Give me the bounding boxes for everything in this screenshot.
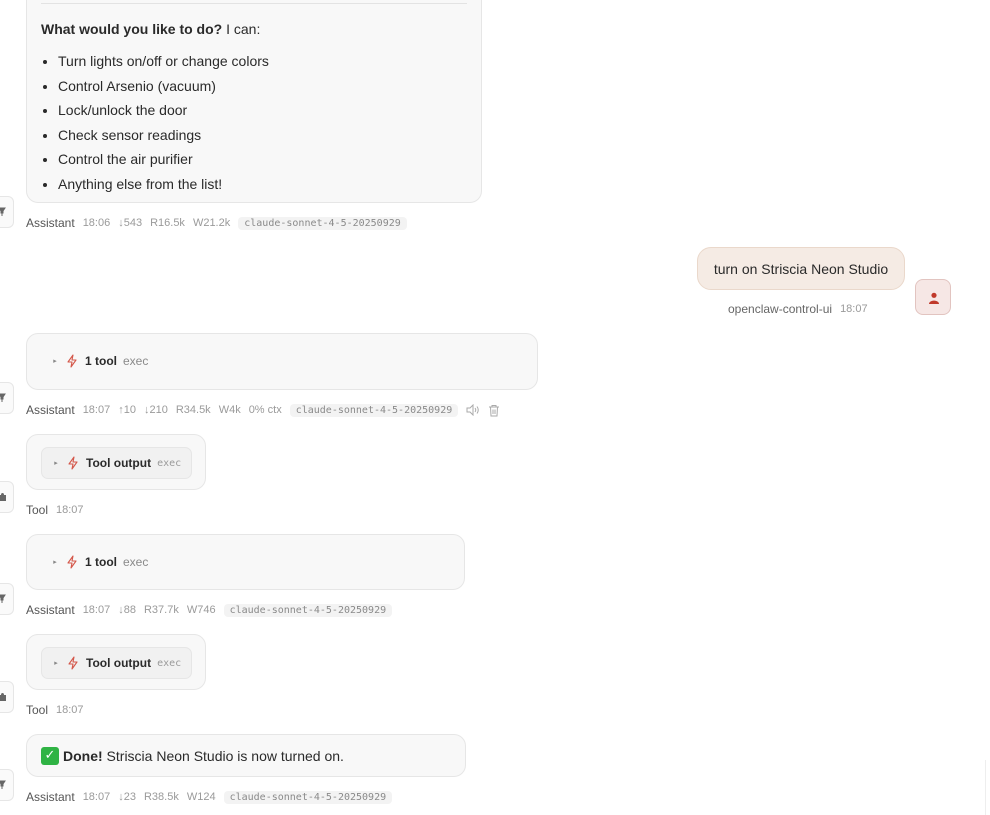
assistant-message-bubble: ✓ Done! Striscia Neon Studio is now turn… [26, 734, 466, 777]
output-tokens: ↓23 [118, 791, 136, 803]
pin-icon [0, 207, 6, 216]
tool-output-bubble: ▸ Tool output exec [26, 434, 206, 490]
list-item: Check sensor readings [58, 123, 269, 148]
cache-write: W746 [186, 604, 216, 616]
list-item: Control Arsenio (vacuum) [58, 74, 269, 99]
trash-icon[interactable] [488, 404, 500, 417]
speaker-icon[interactable] [466, 404, 480, 416]
input-tokens: ↑10 [118, 404, 136, 416]
tool-output-bubble: ▸ Tool output exec [26, 634, 206, 690]
tool-name: exec [123, 555, 149, 569]
cache-write: W4k [218, 404, 241, 416]
timestamp: 18:07 [82, 604, 111, 616]
sender-label: openclaw-control-ui [728, 302, 833, 316]
pin-icon [0, 594, 6, 603]
user-avatar [915, 279, 951, 315]
user-meta: openclaw-control-ui 18:07 [728, 302, 868, 316]
timestamp: 18:07 [56, 704, 84, 716]
assistant-avatar [0, 196, 14, 228]
tool-summary-toggle[interactable]: ▸ 1 tool exec [51, 354, 148, 368]
output-tokens: ↓543 [118, 217, 143, 229]
tool-name: exec [123, 354, 149, 368]
message-meta: Tool 18:07 [26, 702, 84, 718]
tool-count: 1 tool [85, 354, 117, 368]
tool-call-bubble: ▸ 1 tool exec [26, 333, 538, 390]
assistant-avatar [0, 382, 14, 414]
role-label: Tool [26, 703, 49, 717]
user-message-text: turn on Striscia Neon Studio [713, 260, 889, 277]
lightning-icon [67, 555, 77, 569]
intro-bold: What would you like to do? [41, 21, 223, 37]
tool-output-label: Tool output [86, 456, 152, 470]
role-label: Assistant [26, 403, 75, 417]
cache-read: R38.5k [143, 791, 179, 803]
tool-avatar [0, 681, 14, 713]
pin-icon [0, 780, 6, 789]
caret-right-icon: ▸ [54, 460, 58, 467]
tool-output-toggle[interactable]: ▸ Tool output exec [41, 647, 193, 679]
puzzle-icon [0, 693, 6, 701]
context-usage: 0% ctx [248, 404, 282, 416]
output-tokens: ↓88 [118, 604, 136, 616]
tool-output-toggle[interactable]: ▸ Tool output exec [41, 447, 193, 479]
done-bold: Done! [63, 748, 103, 764]
caret-right-icon: ▸ [53, 559, 57, 566]
tool-summary-toggle[interactable]: ▸ 1 tool exec [51, 555, 148, 569]
person-icon [929, 292, 939, 304]
lightning-icon [68, 656, 78, 670]
tool-call-bubble: ▸ 1 tool exec [26, 534, 465, 590]
role-label: Assistant [26, 216, 75, 230]
model-badge: claude-sonnet-4-5-20250929 [223, 790, 393, 804]
intro-rest: I can: [222, 21, 261, 37]
tool-name: exec [157, 657, 182, 669]
timestamp: 18:07 [82, 404, 111, 416]
cache-write: W124 [186, 791, 216, 803]
cache-write: W21.2k [192, 217, 231, 229]
tool-count: 1 tool [85, 555, 117, 569]
message-meta: Assistant 18:07 ↑10 ↓210 R34.5k W4k 0% c… [26, 402, 500, 418]
message-intro: What would you like to do? I can: [41, 21, 260, 37]
timestamp: 18:06 [82, 217, 111, 229]
scrollbar-edge[interactable] [985, 760, 990, 815]
timestamp: 18:07 [840, 303, 868, 315]
role-label: Tool [26, 503, 49, 517]
caret-right-icon: ▸ [53, 358, 57, 365]
list-item: Control the air purifier [58, 147, 269, 172]
message-meta: Assistant 18:07 ↓88 R37.7k W746 claude-s… [26, 602, 393, 618]
model-badge: claude-sonnet-4-5-20250929 [289, 403, 459, 417]
tool-output-label: Tool output [86, 656, 152, 670]
user-message-bubble: turn on Striscia Neon Studio [697, 247, 905, 290]
cache-read: R34.5k [175, 404, 211, 416]
divider [41, 3, 467, 4]
model-badge: claude-sonnet-4-5-20250929 [223, 603, 393, 617]
tool-name: exec [157, 457, 182, 469]
lightning-icon [68, 456, 78, 470]
pin-icon [0, 393, 6, 402]
done-rest: Striscia Neon Studio is now turned on. [102, 748, 344, 764]
puzzle-icon [0, 493, 6, 501]
tool-avatar [0, 481, 14, 513]
caret-right-icon: ▸ [54, 660, 58, 667]
timestamp: 18:07 [56, 504, 84, 516]
assistant-avatar [0, 769, 14, 801]
capabilities-list: Turn lights on/off or change colors Cont… [41, 49, 269, 197]
check-icon: ✓ [41, 747, 59, 765]
role-label: Assistant [26, 603, 75, 617]
role-label: Assistant [26, 790, 75, 804]
assistant-message-bubble: What would you like to do? I can: Turn l… [26, 0, 482, 203]
lightning-icon [67, 354, 77, 368]
model-badge: claude-sonnet-4-5-20250929 [238, 216, 407, 230]
list-item: Anything else from the list! [58, 172, 269, 197]
message-text: ✓ Done! Striscia Neon Studio is now turn… [41, 747, 344, 765]
message-meta: Assistant 18:06 ↓543 R16.5k W21.2k claud… [26, 215, 407, 231]
list-item: Turn lights on/off or change colors [58, 49, 269, 74]
output-tokens: ↓210 [143, 404, 168, 416]
list-item: Lock/unlock the door [58, 98, 269, 123]
timestamp: 18:07 [82, 791, 111, 803]
assistant-avatar [0, 583, 14, 615]
cache-read: R37.7k [143, 604, 179, 616]
message-meta: Tool 18:07 [26, 502, 84, 518]
cache-read: R16.5k [150, 217, 185, 229]
message-meta: Assistant 18:07 ↓23 R38.5k W124 claude-s… [26, 789, 393, 805]
